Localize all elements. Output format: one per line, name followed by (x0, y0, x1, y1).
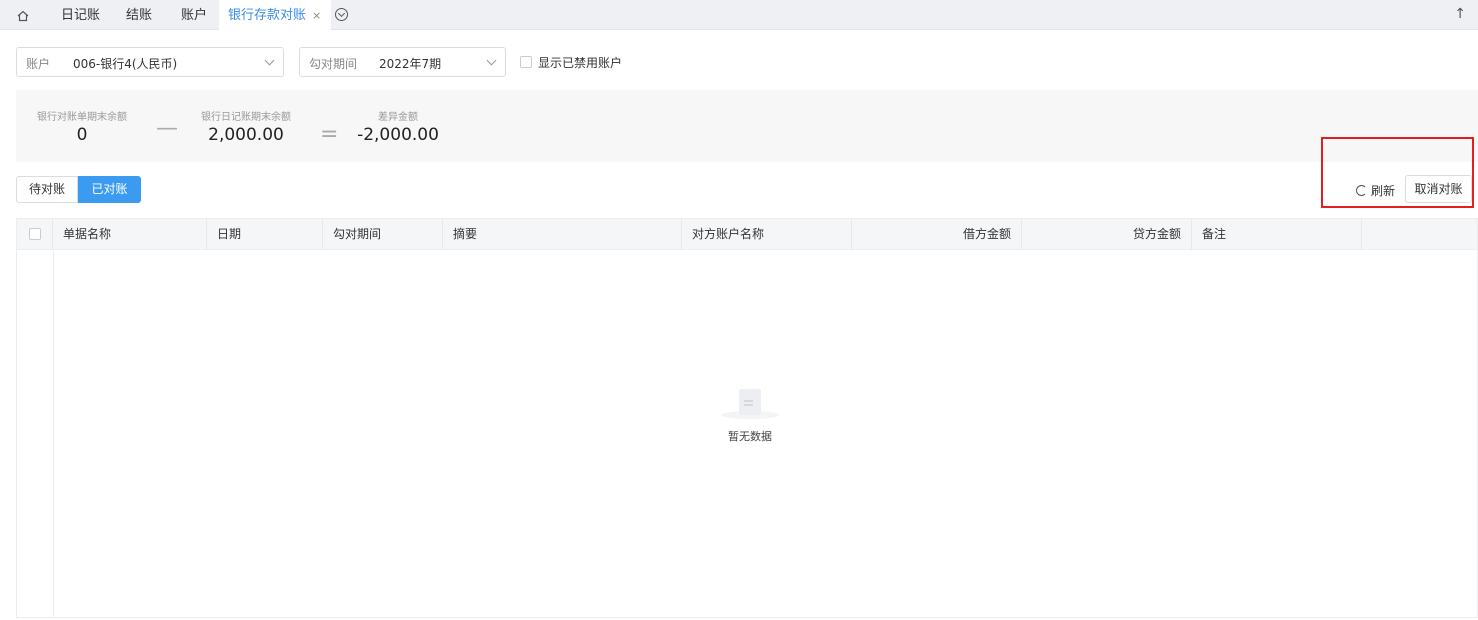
empty-state: 暂无数据 (720, 389, 780, 444)
period-select[interactable]: 勾对期间 2022年7期 (299, 47, 506, 77)
tab-accounts[interactable]: 账户 (181, 0, 207, 30)
select-all-checkbox[interactable] (29, 228, 41, 240)
empty-document-icon (739, 389, 761, 415)
col-document-name[interactable]: 单据名称 (53, 219, 207, 250)
col-counterparty[interactable]: 对方账户名称 (682, 219, 852, 250)
close-icon[interactable]: × (312, 9, 321, 22)
arrow-up-icon[interactable]: ↑ (1454, 6, 1466, 22)
column-divider (53, 250, 54, 618)
table-header: 单据名称 日期 勾对期间 摘要 对方账户名称 借方金额 贷方金额 备注 (17, 219, 1477, 250)
balance-summary: 银行对账单期末余额 0 — 银行日记账期末余额 2,000.00 = 差异金额 … (16, 90, 1478, 162)
empty-text: 暂无数据 (728, 430, 772, 443)
chevron-down-circle-icon[interactable] (335, 8, 348, 21)
period-value: 2022年7期 (379, 57, 442, 71)
col-date[interactable]: 日期 (207, 219, 323, 250)
period-label: 勾对期间 (309, 57, 358, 71)
tab-bar: 日记账 结账 账户 银行存款对账 × ↑ (0, 0, 1478, 31)
journal-balance-caption: 银行日记账期末余额 (201, 112, 291, 123)
select-all-cell (17, 219, 53, 250)
show-disabled-label[interactable]: 显示已禁用账户 (538, 54, 622, 71)
bank-balance-caption: 银行对账单期末余额 (37, 112, 127, 123)
highlight-box (1321, 137, 1474, 208)
tab-reconciled[interactable]: 已对账 (78, 176, 141, 203)
difference-value: -2,000.00 (357, 125, 439, 145)
tab-bank-reconciliation[interactable]: 银行存款对账 × (219, 0, 332, 31)
difference-amount: 差异金额 -2,000.00 (354, 108, 442, 145)
chevron-down-icon (264, 55, 275, 66)
home-icon (17, 10, 29, 22)
chevron-down-icon (486, 55, 497, 66)
col-debit[interactable]: 借方金额 (852, 219, 1022, 250)
journal-balance-value: 2,000.00 (208, 125, 284, 145)
tab-closing[interactable]: 结账 (126, 0, 152, 30)
bank-statement-balance: 银行对账单期末余额 0 (36, 108, 128, 145)
equals-sign: = (320, 122, 339, 147)
journal-balance: 银行日记账期末余额 2,000.00 (200, 108, 292, 145)
tab-pending-reconciliation[interactable]: 待对账 (16, 176, 78, 203)
bank-balance-value: 0 (76, 125, 88, 145)
account-select[interactable]: 账户 006-银行4(人民币) (16, 47, 284, 77)
account-label: 账户 (26, 57, 51, 71)
minus-sign: — (156, 116, 178, 141)
tab-label: 银行存款对账 (228, 8, 307, 23)
col-remark[interactable]: 备注 (1192, 219, 1362, 250)
account-value: 006-银行4(人民币) (73, 57, 178, 71)
tab-journal[interactable]: 日记账 (61, 0, 100, 30)
show-disabled-checkbox[interactable] (520, 56, 532, 68)
col-credit[interactable]: 贷方金额 (1022, 219, 1192, 250)
col-summary[interactable]: 摘要 (443, 219, 682, 250)
col-period[interactable]: 勾对期间 (323, 219, 443, 250)
home-tab[interactable] (17, 0, 31, 30)
reconciliation-table: 单据名称 日期 勾对期间 摘要 对方账户名称 借方金额 贷方金额 备注 暂无数据 (16, 218, 1478, 618)
difference-caption: 差异金额 (378, 112, 418, 123)
